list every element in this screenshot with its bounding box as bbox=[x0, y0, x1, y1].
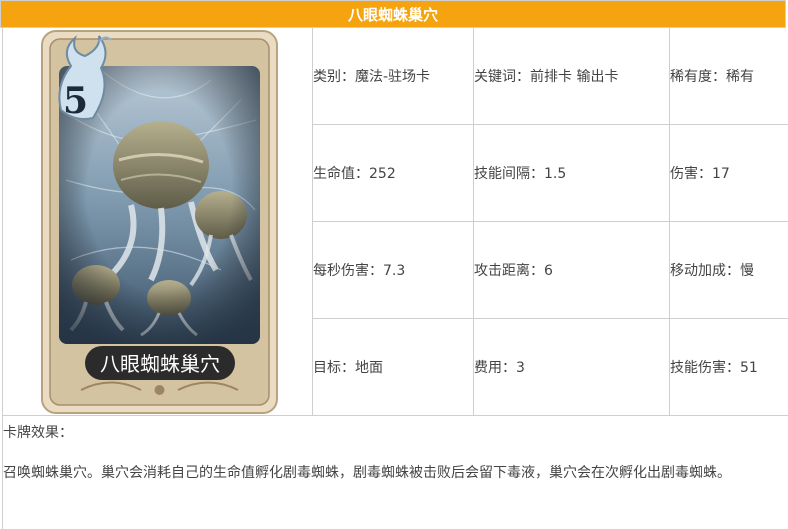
card-image-cell: 5 八眼蜘蛛巢穴 bbox=[2, 28, 312, 416]
stat-damage: 伤害：17 bbox=[669, 125, 788, 222]
stat-cost: 费用：3 bbox=[473, 319, 669, 416]
stat-dps: 每秒伤害：7.3 bbox=[312, 222, 473, 319]
stat-skill-interval: 技能间隔：1.5 bbox=[473, 125, 669, 222]
card-cost: 5 bbox=[63, 80, 88, 122]
stat-target: 目标：地面 bbox=[312, 319, 473, 416]
stat-move-speed: 移动加成：慢 bbox=[669, 222, 788, 319]
stat-keywords: 关键词：前排卡 输出卡 bbox=[473, 28, 669, 125]
card-name: 八眼蜘蛛巢穴 bbox=[100, 352, 220, 376]
stat-hp: 生命值：252 bbox=[312, 125, 473, 222]
stat-skill-damage: 技能伤害：51 bbox=[669, 319, 788, 416]
page-title: 八眼蜘蛛巢穴 bbox=[0, 0, 786, 28]
effects-description: 召唤蜘蛛巢穴。巢穴会消耗自己的生命值孵化剧毒蜘蛛，剧毒蜘蛛被击败后会留下毒液，巢… bbox=[3, 465, 731, 481]
card-effects: 卡牌效果： 召唤蜘蛛巢穴。巢穴会消耗自己的生命值孵化剧毒蜘蛛，剧毒蜘蛛被击败后会… bbox=[2, 416, 788, 529]
card-illustration: 5 八眼蜘蛛巢穴 bbox=[41, 30, 278, 414]
effects-label: 卡牌效果： bbox=[3, 425, 73, 441]
stat-category: 类别：魔法-驻场卡 bbox=[312, 28, 473, 125]
stat-range: 攻击距离：6 bbox=[473, 222, 669, 319]
stats-table: 5 八眼蜘蛛巢穴 类别：魔法-驻场卡 关键词：前排卡 输出卡 稀有度：稀有 生命… bbox=[0, 28, 788, 416]
stat-rarity: 稀有度：稀有 bbox=[669, 28, 788, 125]
card-detail-page: 八眼蜘蛛巢穴 5 八眼蜘蛛巢穴 类别：魔法-驻场卡 关键词：前排卡 输出卡 稀有… bbox=[0, 0, 788, 529]
